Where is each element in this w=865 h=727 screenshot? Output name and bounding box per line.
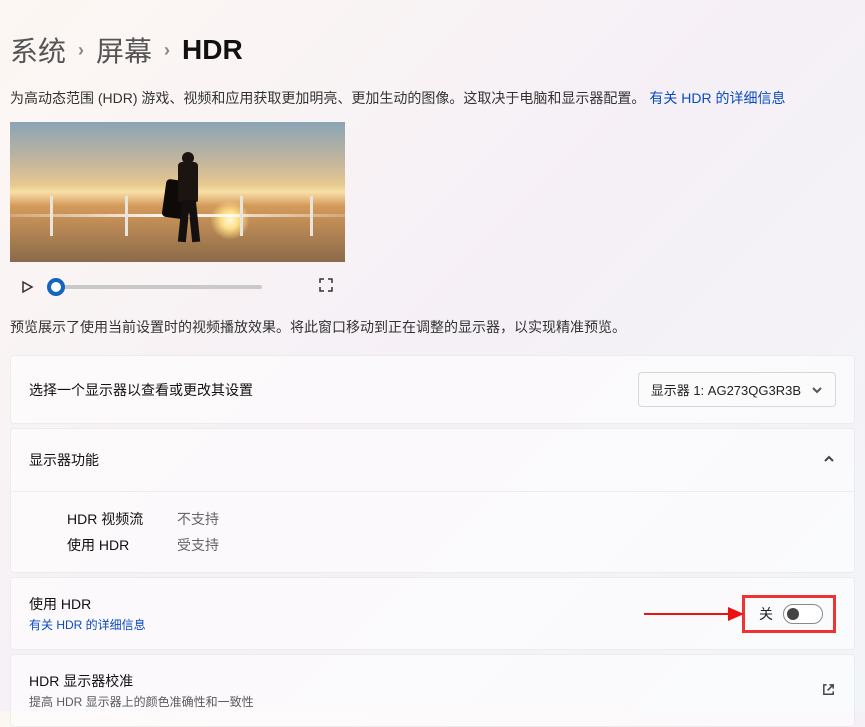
capability-row: HDR 视频流 不支持 — [67, 506, 836, 532]
capability-row: 使用 HDR 受支持 — [67, 532, 836, 558]
display-dropdown-value: 显示器 1: AG273QG3R3B — [651, 380, 801, 399]
display-select-label: 选择一个显示器以查看或更改其设置 — [29, 380, 253, 400]
use-hdr-title: 使用 HDR — [29, 594, 146, 614]
display-select-card: 选择一个显示器以查看或更改其设置 显示器 1: AG273QG3R3B — [10, 355, 855, 424]
breadcrumb-system[interactable]: 系统 — [10, 30, 66, 70]
use-hdr-text: 使用 HDR 有关 HDR 的详细信息 — [29, 594, 146, 633]
video-preview — [10, 122, 345, 307]
slider-thumb[interactable] — [47, 278, 65, 296]
capabilities-header: 显示器功能 — [29, 450, 99, 470]
page-description: 为高动态范围 (HDR) 游戏、视频和应用获取更加明亮、更加生动的图像。这取决于… — [10, 88, 855, 122]
breadcrumb-display[interactable]: 屏幕 — [96, 30, 152, 70]
capability-key: HDR 视频流 — [67, 506, 157, 532]
video-controls — [10, 262, 345, 307]
display-capabilities-card: 显示器功能 HDR 视频流 不支持 使用 HDR 受支持 — [10, 428, 855, 573]
hdr-info-link[interactable]: 有关 HDR 的详细信息 — [649, 90, 785, 106]
chevron-down-icon — [811, 384, 823, 396]
capability-key: 使用 HDR — [67, 532, 157, 558]
chevron-right-icon: › — [164, 40, 170, 61]
capabilities-header-row[interactable]: 显示器功能 — [11, 429, 854, 491]
breadcrumb: 系统 › 屏幕 › HDR — [10, 10, 855, 88]
use-hdr-card: 使用 HDR 有关 HDR 的详细信息 关 — [10, 577, 855, 650]
capability-value: 受支持 — [177, 532, 219, 558]
annotation-highlight: 关 — [742, 595, 836, 633]
breadcrumb-current: HDR — [182, 34, 243, 66]
video-thumbnail[interactable] — [10, 122, 345, 262]
hdr-calibration-card: HDR 显示器校准 提高 HDR 显示器上的颜色准确性和一致性 — [10, 654, 855, 727]
hdr-calibration-row[interactable]: HDR 显示器校准 提高 HDR 显示器上的颜色准确性和一致性 — [11, 655, 854, 726]
display-dropdown[interactable]: 显示器 1: AG273QG3R3B — [638, 372, 836, 407]
description-text: 为高动态范围 (HDR) 游戏、视频和应用获取更加明亮、更加生动的图像。这取决于… — [10, 90, 645, 106]
fullscreen-icon[interactable] — [317, 276, 335, 297]
chevron-up-icon[interactable] — [822, 452, 836, 469]
calibration-title: HDR 显示器校准 — [29, 671, 254, 691]
open-external-icon[interactable] — [821, 682, 836, 700]
use-hdr-toggle[interactable] — [783, 604, 823, 624]
play-icon[interactable] — [16, 280, 38, 294]
video-progress-slider[interactable] — [52, 277, 262, 297]
capabilities-list: HDR 视频流 不支持 使用 HDR 受支持 — [11, 491, 854, 572]
capability-value: 不支持 — [177, 506, 219, 532]
chevron-right-icon: › — [78, 40, 84, 61]
preview-note: 预览展示了使用当前设置时的视频播放效果。将此窗口移动到正在调整的显示器，以实现精… — [10, 307, 855, 355]
annotation-arrow — [644, 602, 744, 626]
calibration-sub: 提高 HDR 显示器上的颜色准确性和一致性 — [29, 693, 254, 710]
use-hdr-link[interactable]: 有关 HDR 的详细信息 — [29, 616, 146, 633]
toggle-state-label: 关 — [759, 604, 773, 624]
